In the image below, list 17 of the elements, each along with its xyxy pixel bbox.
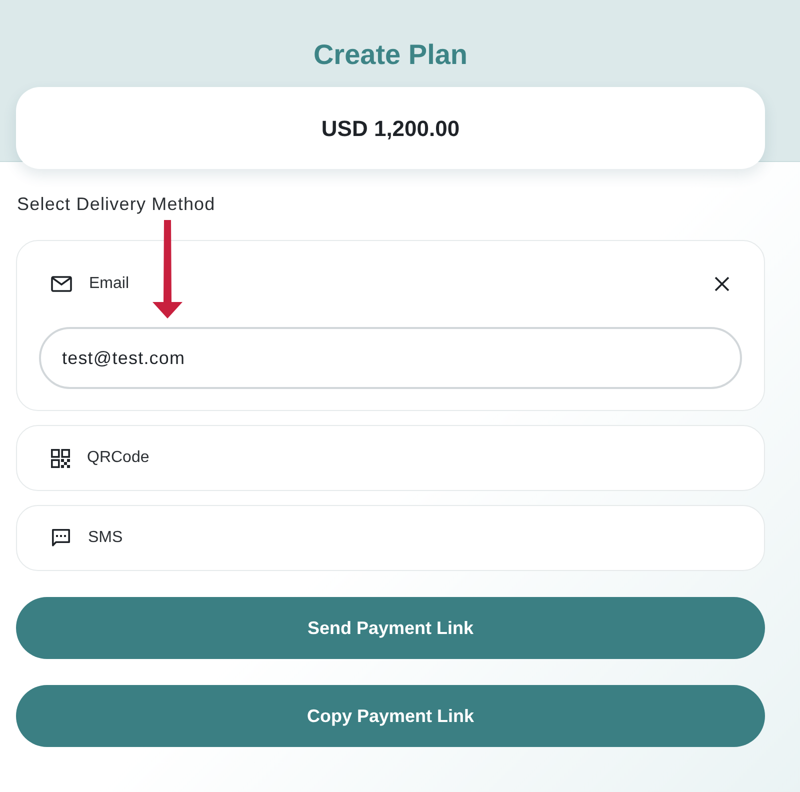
option-label: SMS	[88, 528, 123, 548]
envelope-icon	[51, 276, 72, 292]
email-input-field[interactable]: test@test.com	[39, 327, 742, 389]
close-button[interactable]	[714, 276, 730, 292]
amount-text: USD 1,200.00	[321, 114, 460, 142]
payment-link-button[interactable]: Send Payment Link	[16, 597, 765, 659]
page-title: Create Plan	[312, 38, 469, 72]
option-label: Email	[89, 274, 130, 294]
option-label: QRCode	[87, 448, 150, 468]
delivery-option-card[interactable]: QRCode	[16, 425, 765, 491]
section-label: Select Delivery Method	[17, 193, 216, 215]
close-icon	[714, 276, 730, 292]
delivery-option-card[interactable]: SMS	[16, 505, 765, 571]
chat-bubble-icon	[51, 528, 71, 548]
qr-code-icon	[51, 448, 70, 468]
email-option-card[interactable]: Email test@test.com	[16, 240, 765, 411]
payment-link-button[interactable]: Copy Payment Link	[16, 685, 765, 747]
